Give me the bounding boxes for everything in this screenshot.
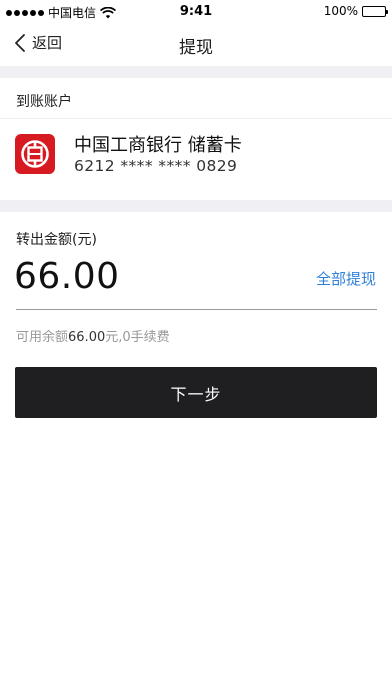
bank-name: 中国工商银行 储蓄卡: [74, 135, 242, 156]
status-bar: 中国电信 9:41 100%: [0, 0, 392, 22]
icbc-logo-icon: [15, 134, 55, 174]
card-number: 6212 **** **** 0829: [74, 157, 238, 175]
status-right: 100%: [323, 4, 388, 18]
navigation-bar: 返回 提现: [0, 22, 392, 66]
divider: [0, 118, 392, 119]
next-step-button[interactable]: 下一步: [15, 367, 377, 418]
withdraw-all-link[interactable]: 全部提现: [316, 268, 376, 289]
account-section[interactable]: 到账账户 中国工商银行 储蓄卡 6212 **** **** 0829: [0, 78, 392, 200]
section-spacer: [0, 66, 392, 78]
available-prefix: 可用余额: [16, 330, 69, 345]
available-amount: 66.00: [68, 330, 106, 345]
account-section-label: 到账账户: [16, 94, 72, 110]
amount-section: 转出金额(元) 66.00 全部提现 可用余额66.00元,0手续费 下一步: [0, 212, 392, 696]
amount-input[interactable]: 66.00: [14, 256, 120, 297]
amount-underline: [16, 309, 377, 310]
battery-percent: 100%: [323, 4, 358, 18]
page-title: 提现: [179, 38, 213, 58]
battery-icon: [362, 5, 388, 17]
amount-label: 转出金额(元): [16, 232, 97, 248]
section-spacer: [0, 200, 392, 212]
available-balance-info: 可用余额66.00元,0手续费: [16, 326, 170, 345]
available-suffix: 元,0手续费: [105, 330, 170, 345]
